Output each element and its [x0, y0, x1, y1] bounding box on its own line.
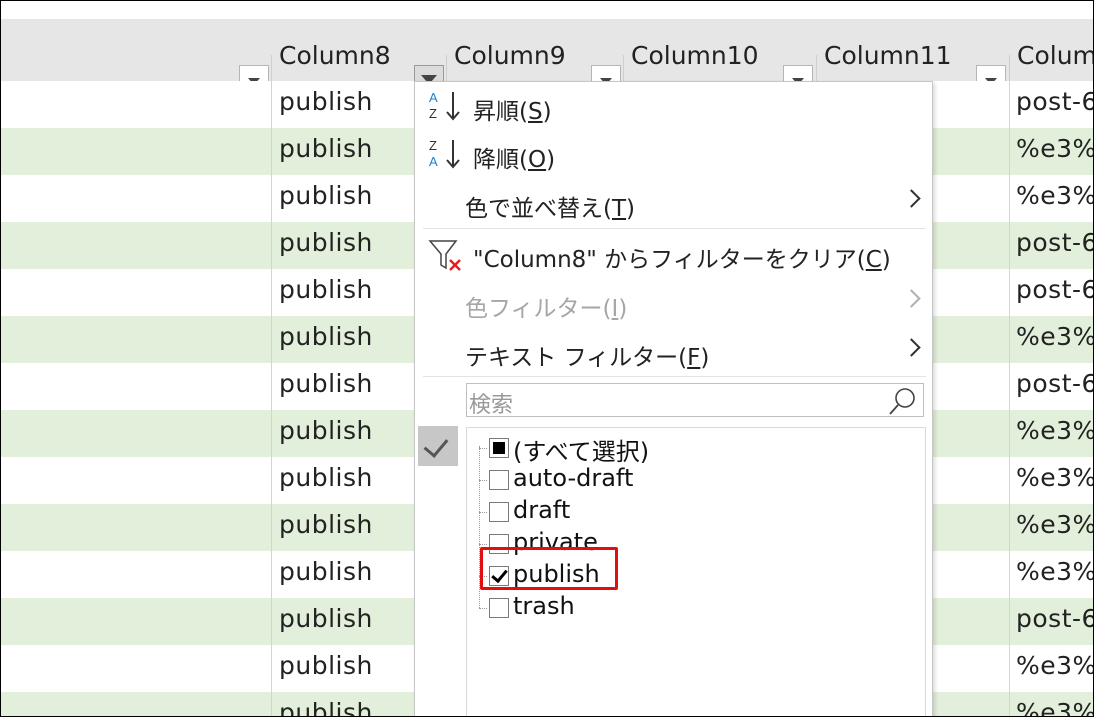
menu-label: "Column8" からフィルターをクリア(C) — [473, 247, 891, 273]
tree-connector — [479, 608, 487, 609]
cell-column12[interactable]: %e3% — [1016, 416, 1093, 445]
menu-label: 色で並べ替え(T) — [465, 196, 636, 222]
cell-column8[interactable]: publish — [279, 698, 373, 716]
filter-item-label: auto-draft — [513, 464, 634, 492]
checkbox[interactable] — [489, 470, 509, 490]
checkbox[interactable] — [489, 502, 509, 522]
menu-sort-by-color[interactable]: 色で並べ替え(T) — [415, 179, 932, 226]
cell-column12[interactable]: post-6 — [1016, 275, 1093, 304]
clear-filter-icon — [428, 240, 461, 271]
menu-label: テキスト フィルター(F) — [465, 345, 710, 371]
menu-clear-filter[interactable]: "Column8" からフィルターをクリア(C) — [415, 230, 932, 277]
column-title-8[interactable]: Column8 — [279, 41, 391, 70]
menu-separator — [423, 228, 926, 229]
cell-column8[interactable]: publish — [279, 369, 373, 398]
search-placeholder: 検索 — [469, 393, 514, 418]
highlight-publish-annotation — [480, 547, 618, 590]
cell-column8[interactable]: publish — [279, 228, 373, 257]
tree-connector — [479, 480, 487, 481]
menu-label: 降順(O) — [473, 147, 556, 173]
checkbox[interactable] — [489, 438, 509, 458]
cell-column8[interactable]: publish — [279, 134, 373, 163]
tree-connector — [479, 448, 487, 449]
column-title-9[interactable]: Column9 — [454, 41, 566, 70]
cell-column12[interactable]: %e3% — [1016, 134, 1093, 163]
menu-label: 昇順(S) — [473, 99, 552, 125]
column-header-row: Column8 Column9 Column10 Column11 Colum — [1, 19, 1093, 99]
column-title-12[interactable]: Colum — [1017, 41, 1093, 70]
chevron-right-icon — [902, 289, 921, 308]
svg-text:Z: Z — [429, 138, 437, 153]
cell-column8[interactable]: publish — [279, 181, 373, 210]
cell-column12[interactable]: %e3% — [1016, 651, 1093, 680]
top-strip — [1, 1, 1093, 19]
cell-column8[interactable]: publish — [279, 510, 373, 539]
menu-separator — [423, 376, 926, 377]
cell-column12[interactable]: %e3% — [1016, 463, 1093, 492]
menu-color-filter: 色フィルター(I) — [415, 279, 932, 326]
search-icon[interactable] — [887, 386, 917, 416]
filter-search-input[interactable]: 検索 — [466, 383, 924, 418]
cell-column8[interactable]: publish — [279, 87, 373, 116]
cell-column12[interactable]: post-6 — [1016, 87, 1093, 116]
svg-text:A: A — [429, 154, 438, 169]
filter-item-label: draft — [513, 496, 571, 524]
tree-connector — [479, 512, 487, 513]
cell-column12[interactable]: %e3% — [1016, 510, 1093, 539]
cell-column8[interactable]: publish — [279, 275, 373, 304]
column-title-10[interactable]: Column10 — [631, 41, 759, 70]
checkbox[interactable] — [489, 598, 509, 618]
chevron-right-icon — [902, 189, 921, 208]
svg-text:Z: Z — [429, 106, 437, 121]
menu-text-filter[interactable]: テキスト フィルター(F) — [415, 328, 932, 375]
gridline — [271, 81, 272, 716]
cell-column12[interactable]: post-6 — [1016, 228, 1093, 257]
menu-sort-ascending[interactable]: A Z 昇順(S) — [415, 82, 932, 129]
cell-column8[interactable]: publish — [279, 604, 373, 633]
svg-text:A: A — [429, 90, 438, 105]
filter-item-label: (すべて選択) — [513, 438, 650, 466]
cell-column12[interactable]: %e3% — [1016, 698, 1093, 716]
cell-column8[interactable]: publish — [279, 416, 373, 445]
menu-sort-descending[interactable]: Z A 降順(O) — [415, 130, 932, 177]
column-title-11[interactable]: Column11 — [824, 41, 952, 70]
cell-column12[interactable]: post-6 — [1016, 369, 1093, 398]
selected-check-gutter — [418, 426, 458, 466]
cell-column8[interactable]: publish — [279, 557, 373, 586]
checkmark-icon — [423, 432, 449, 458]
cell-column12[interactable]: %e3% — [1016, 322, 1093, 351]
chevron-right-icon — [902, 338, 921, 357]
spreadsheet-window: Column8 Column9 Column10 Column11 Colum … — [0, 0, 1094, 717]
gridline — [1009, 81, 1010, 716]
cell-column8[interactable]: publish — [279, 322, 373, 351]
filter-item-label: trash — [513, 592, 575, 620]
cell-column8[interactable]: publish — [279, 463, 373, 492]
cell-column12[interactable]: post-6 — [1016, 604, 1093, 633]
sort-az-icon: A Z — [429, 90, 460, 121]
autofilter-menu: A Z 昇順(S) Z A 降順(O) 色で並べ替え(T) "Column8" — [414, 81, 933, 716]
cell-column12[interactable]: %e3% — [1016, 181, 1093, 210]
menu-label: 色フィルター(I) — [465, 296, 628, 322]
cell-column8[interactable]: publish — [279, 651, 373, 680]
sort-za-icon: Z A — [429, 138, 460, 169]
tree-connector — [479, 544, 487, 545]
cell-column12[interactable]: %e3% — [1016, 557, 1093, 586]
